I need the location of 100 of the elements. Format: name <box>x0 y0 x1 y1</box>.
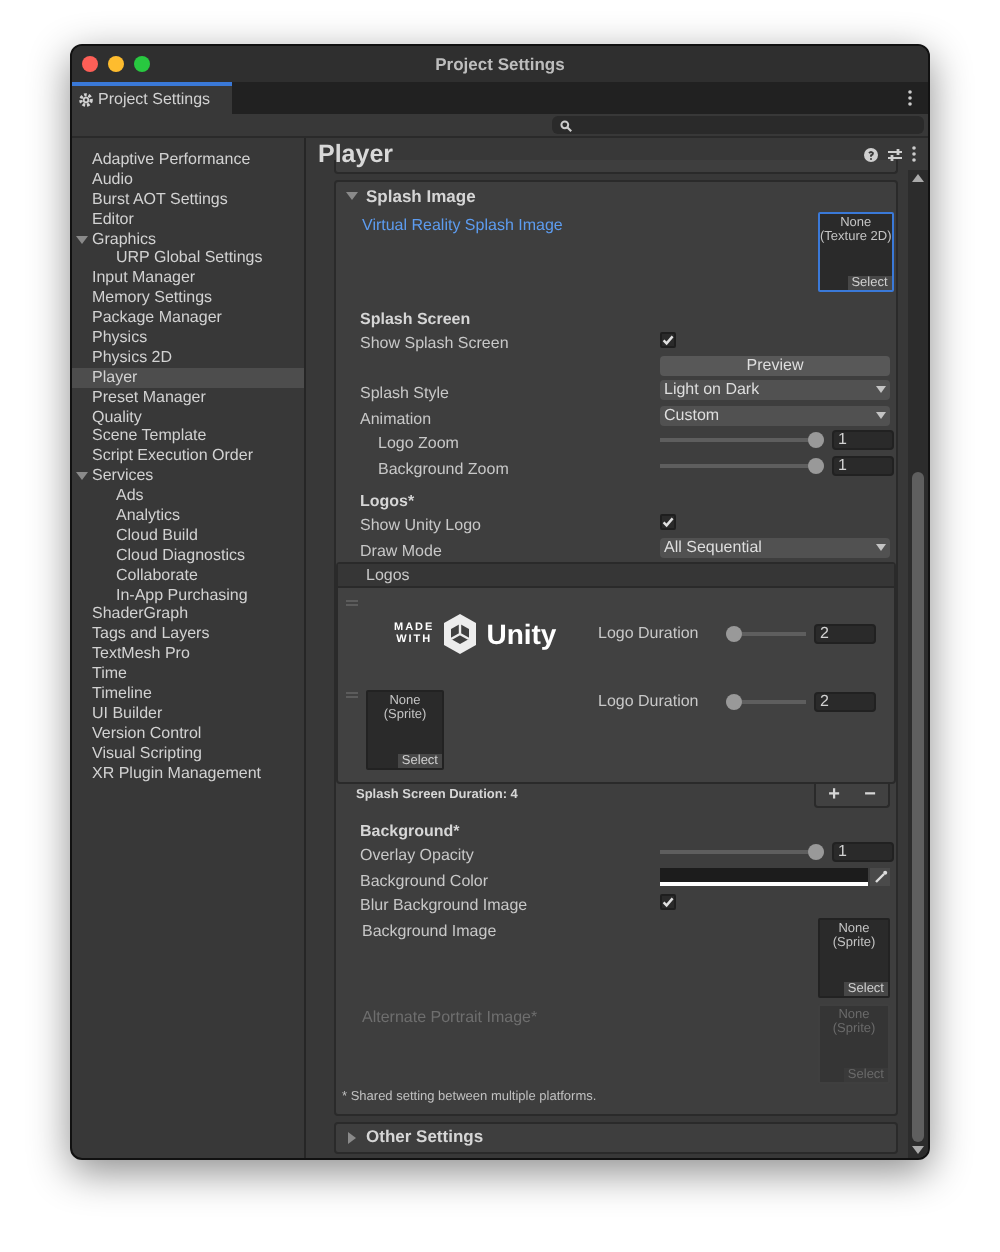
maximize-button[interactable] <box>134 56 150 72</box>
minimize-button[interactable] <box>108 56 124 72</box>
field-label: Draw Mode <box>360 541 442 560</box>
sliders-icon[interactable] <box>888 147 902 161</box>
collapsed-triangle-icon[interactable] <box>346 1131 358 1143</box>
sidebar-item[interactable]: Script Execution Order <box>72 446 304 467</box>
scroll-up-icon[interactable] <box>912 174 924 182</box>
help-icon[interactable] <box>864 147 878 161</box>
sidebar-item[interactable]: TextMesh Pro <box>72 644 304 665</box>
sidebar-item[interactable]: Cloud Build <box>72 525 304 546</box>
slider-track[interactable] <box>660 438 824 443</box>
section-heading: Splash Screen <box>360 312 471 328</box>
field-label: Logo Duration <box>598 694 701 710</box>
field-label: Show Splash Screen <box>360 334 509 353</box>
sidebar-item[interactable]: ShaderGraph <box>72 604 304 625</box>
sidebar-item[interactable]: Burst AOT Settings <box>72 189 304 210</box>
sidebar-item[interactable]: Analytics <box>72 506 304 526</box>
sidebar-item[interactable]: Timeline <box>72 684 304 704</box>
close-button[interactable] <box>82 56 98 72</box>
sidebar-item[interactable]: Input Manager <box>72 268 304 289</box>
inspector-title: Player <box>318 141 394 167</box>
slider-thumb[interactable] <box>808 457 824 474</box>
color-field[interactable] <box>660 868 869 887</box>
sidebar-item[interactable]: Editor <box>72 209 304 230</box>
slider-thumb[interactable] <box>808 844 824 861</box>
search-icon <box>560 119 572 131</box>
expanded-triangle-icon[interactable] <box>76 233 88 245</box>
tab[interactable]: Project Settings <box>72 82 232 114</box>
field-label: Splash Style <box>360 384 449 403</box>
slider-track[interactable] <box>660 463 824 468</box>
slider-thumb[interactable] <box>808 432 824 449</box>
sidebar-item[interactable]: URP Global Settings <box>72 248 304 269</box>
sidebar-item[interactable]: Scene Template <box>72 426 304 447</box>
slider-thumb[interactable] <box>726 626 742 642</box>
sidebar-item[interactable]: Visual Scripting <box>72 743 304 764</box>
number-field[interactable]: 2 <box>814 692 876 712</box>
section-heading: Background* <box>360 824 460 840</box>
add-button[interactable]: + <box>828 785 840 805</box>
field-label: Animation <box>360 409 432 428</box>
sidebar-item[interactable]: Services <box>72 466 304 487</box>
slider-thumb[interactable] <box>726 694 742 710</box>
field-label: Show Unity Logo <box>360 516 481 535</box>
section-title[interactable]: Splash Image <box>366 187 476 205</box>
gear-icon <box>78 92 94 108</box>
expanded-triangle-icon[interactable] <box>346 190 358 202</box>
section-title[interactable]: Other Settings <box>366 1128 484 1146</box>
sidebar-item[interactable]: Physics 2D <box>72 347 304 368</box>
dropdown[interactable]: Light on Dark <box>660 380 890 401</box>
field-label: Blur Background Image <box>360 896 528 915</box>
field-label: Logo Zoom <box>376 434 459 453</box>
dropdown[interactable]: All Sequential <box>660 537 890 558</box>
window-title: Project Settings <box>435 51 565 77</box>
eyedropper-icon <box>873 870 888 885</box>
sidebar-item[interactable]: Quality <box>72 407 304 427</box>
search-field[interactable] <box>552 116 924 134</box>
checkbox[interactable] <box>660 514 676 531</box>
remove-button[interactable]: − <box>864 785 876 805</box>
sidebar-item[interactable]: XR Plugin Management <box>72 763 304 783</box>
checkbox[interactable] <box>660 894 676 911</box>
checkbox[interactable] <box>660 332 676 349</box>
dropdown-arrow-icon <box>876 411 886 420</box>
sidebar-item[interactable]: Ads <box>72 486 304 507</box>
list-header: Logos <box>338 564 894 588</box>
field-label: Background Color <box>360 871 489 890</box>
sidebar-item[interactable]: Preset Manager <box>72 387 304 408</box>
number-field[interactable]: 1 <box>832 842 894 863</box>
dropdown[interactable]: Custom <box>660 405 890 426</box>
scroll-down-icon[interactable] <box>912 1146 924 1154</box>
sidebar-item[interactable]: Collaborate <box>72 565 304 586</box>
sidebar-item[interactable]: In-App Purchasing <box>72 585 304 605</box>
field-label: Virtual Reality Splash Image <box>362 218 563 234</box>
sidebar-item[interactable]: Player <box>72 367 304 388</box>
sidebar-item[interactable]: UI Builder <box>72 703 304 724</box>
sidebar-item[interactable]: Time <box>72 664 304 685</box>
scrollbar-thumb[interactable] <box>912 472 924 1142</box>
sidebar-item[interactable]: Graphics <box>72 229 304 249</box>
checkmark-icon <box>662 334 674 347</box>
field-label: Overlay Opacity <box>360 846 474 865</box>
dropdown-arrow-icon <box>876 543 886 552</box>
checkmark-icon <box>662 896 674 909</box>
logo-text: Unity <box>486 620 557 648</box>
eyedropper-button[interactable] <box>870 868 890 887</box>
sidebar-item[interactable]: Adaptive Performance <box>72 150 304 170</box>
sidebar-item[interactable]: Tags and Layers <box>72 624 304 645</box>
field-label: Background Zoom <box>376 459 509 478</box>
number-field[interactable]: 2 <box>814 624 876 644</box>
sidebar-item[interactable]: Memory Settings <box>72 288 304 309</box>
slider-track[interactable] <box>660 850 824 855</box>
field-label: Background Image <box>362 923 497 939</box>
sidebar-item[interactable]: Package Manager <box>72 308 304 329</box>
number-field[interactable]: 1 <box>832 455 894 476</box>
scrollbar[interactable] <box>908 170 928 1158</box>
sidebar-item[interactable]: Version Control <box>72 723 304 744</box>
sidebar-item[interactable]: Audio <box>72 169 304 190</box>
sidebar-item[interactable]: Cloud Diagnostics <box>72 545 304 566</box>
number-field[interactable]: 1 <box>832 430 894 451</box>
section-heading: Logos* <box>360 494 415 510</box>
sidebar-item[interactable]: Physics <box>72 328 304 348</box>
preview-button[interactable]: Preview <box>660 355 890 376</box>
expanded-triangle-icon[interactable] <box>76 470 88 483</box>
